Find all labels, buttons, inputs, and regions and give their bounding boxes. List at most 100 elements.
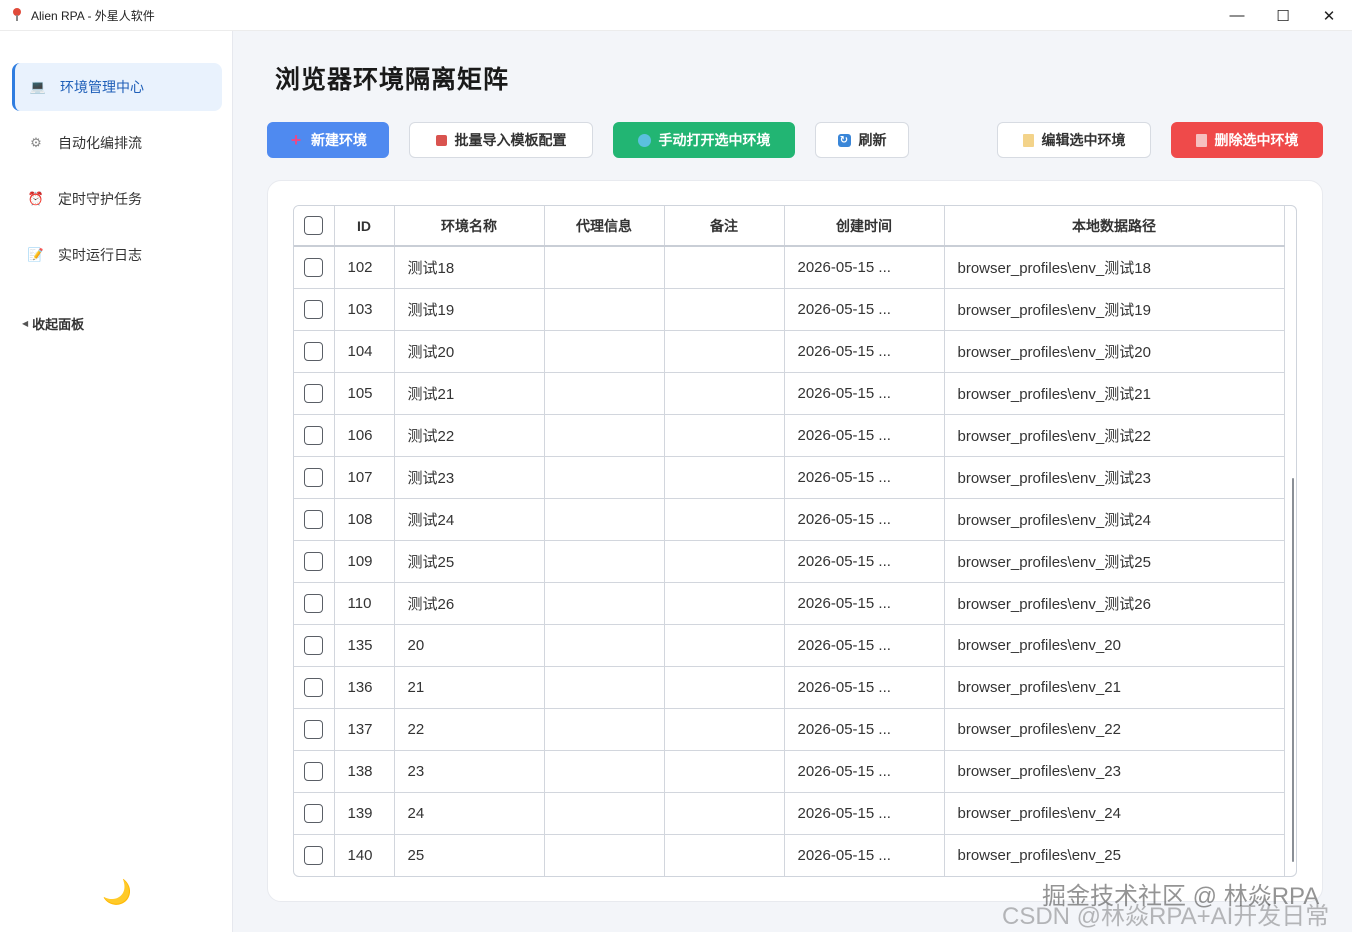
row-checkbox-cell[interactable]: [294, 498, 335, 541]
row-checkbox[interactable]: [304, 845, 324, 865]
close-button[interactable]: ✕: [1306, 0, 1352, 31]
table-row[interactable]: 136 21 2026-05-15 ... browser_profiles\env_…: [294, 666, 1285, 709]
table-row[interactable]: 104 测试20 2026-05-15 ... browser_profiles\en…: [294, 330, 1285, 373]
refresh-button[interactable]: ↻ 刷新: [815, 122, 909, 158]
cell-created: 2026-05-15 ...: [784, 288, 945, 331]
row-checkbox[interactable]: [304, 803, 324, 823]
cell-name: 25: [394, 834, 545, 876]
cell-note: [664, 750, 785, 793]
row-checkbox[interactable]: [304, 509, 324, 529]
row-checkbox-cell[interactable]: [294, 582, 335, 625]
row-checkbox-cell[interactable]: [294, 666, 335, 709]
refresh-icon: ↻: [837, 133, 851, 147]
header-path[interactable]: 本地数据路径: [944, 206, 1285, 247]
globe-icon: [637, 133, 651, 147]
row-checkbox[interactable]: [304, 425, 324, 445]
row-checkbox[interactable]: [304, 257, 324, 277]
row-checkbox-cell[interactable]: [294, 456, 335, 499]
table-row[interactable]: 105 测试21 2026-05-15 ... browser_profiles\en…: [294, 372, 1285, 415]
table-row[interactable]: 102 测试18 2026-05-15 ... browser_profiles\en…: [294, 246, 1285, 289]
minimize-button[interactable]: —: [1214, 0, 1260, 31]
row-checkbox-cell[interactable]: [294, 792, 335, 835]
header-created[interactable]: 创建时间: [784, 206, 945, 247]
cell-id: 137: [334, 708, 395, 751]
edit-environment-label: 编辑选中环境: [1041, 132, 1126, 148]
wastebasket-icon: [1195, 133, 1207, 147]
table-scrollbar-thumb[interactable]: [1292, 478, 1294, 862]
cell-path: browser_profiles\env_测试26: [944, 582, 1285, 625]
cell-id: 140: [334, 834, 395, 876]
cell-created: 2026-05-15 ...: [784, 246, 945, 289]
cell-name: 21: [394, 666, 545, 709]
header-name[interactable]: 环境名称: [394, 206, 545, 247]
cell-id: 110: [334, 582, 395, 625]
table-row[interactable]: 110 测试26 2026-05-15 ... browser_profiles\en…: [294, 582, 1285, 625]
table-row[interactable]: 109 测试25 2026-05-15 ... browser_profiles\en…: [294, 540, 1285, 583]
cell-note: [664, 246, 785, 289]
row-checkbox-cell[interactable]: [294, 288, 335, 331]
cell-created: 2026-05-15 ...: [784, 498, 945, 541]
delete-environment-button[interactable]: 删除选中环境: [1171, 122, 1323, 158]
sidebar-item-environment-center[interactable]: 💻 环境管理中心: [12, 63, 222, 111]
cell-note: [664, 666, 785, 709]
cell-path: browser_profiles\env_24: [944, 792, 1285, 835]
sidebar-item-scheduled-tasks[interactable]: ⏰ 定时守护任务: [12, 175, 222, 223]
sidebar-item-runtime-logs[interactable]: 📝 实时运行日志: [12, 231, 222, 279]
row-checkbox[interactable]: [304, 299, 324, 319]
row-checkbox-cell[interactable]: [294, 414, 335, 457]
table-row[interactable]: 103 测试19 2026-05-15 ... browser_profiles\en…: [294, 288, 1285, 331]
row-checkbox-cell[interactable]: [294, 540, 335, 583]
cell-proxy: [544, 498, 665, 541]
row-checkbox[interactable]: [304, 383, 324, 403]
row-checkbox[interactable]: [304, 635, 324, 655]
maximize-button[interactable]: ☐: [1260, 0, 1306, 31]
row-checkbox[interactable]: [304, 761, 324, 781]
row-checkbox-cell[interactable]: [294, 246, 335, 289]
row-checkbox-cell[interactable]: [294, 372, 335, 415]
cell-created: 2026-05-15 ...: [784, 624, 945, 667]
row-checkbox-cell[interactable]: [294, 330, 335, 373]
cell-path: browser_profiles\env_测试21: [944, 372, 1285, 415]
cell-path: browser_profiles\env_测试20: [944, 330, 1285, 373]
table-row[interactable]: 135 20 2026-05-15 ... browser_profiles\env_…: [294, 624, 1285, 667]
row-checkbox[interactable]: [304, 551, 324, 571]
select-all-checkbox[interactable]: [304, 216, 324, 235]
open-environment-button[interactable]: 手动打开选中环境: [613, 122, 795, 158]
cell-note: [664, 708, 785, 751]
table-row[interactable]: 138 23 2026-05-15 ... browser_profiles\env_…: [294, 750, 1285, 793]
table-header-row: ID 环境名称 代理信息 备注 创建时间 本地数据路径: [294, 206, 1285, 247]
row-checkbox[interactable]: [304, 719, 324, 739]
app-pin-icon: [11, 8, 23, 22]
batch-import-button[interactable]: 批量导入模板配置: [409, 122, 593, 158]
sidebar-item-automation-flow[interactable]: ⚙ 自动化编排流: [12, 119, 222, 167]
header-proxy[interactable]: 代理信息: [544, 206, 665, 247]
table-row[interactable]: 108 测试24 2026-05-15 ... browser_profiles\en…: [294, 498, 1285, 541]
row-checkbox[interactable]: [304, 593, 324, 613]
header-note[interactable]: 备注: [664, 206, 785, 247]
window-controls: — ☐ ✕: [1214, 0, 1352, 31]
header-id[interactable]: ID: [334, 206, 395, 247]
row-checkbox-cell[interactable]: [294, 750, 335, 793]
cell-note: [664, 372, 785, 415]
cell-note: [664, 414, 785, 457]
row-checkbox[interactable]: [304, 467, 324, 487]
table-row[interactable]: 106 测试22 2026-05-15 ... browser_profiles\en…: [294, 414, 1285, 457]
table-row[interactable]: 137 22 2026-05-15 ... browser_profiles\env_…: [294, 708, 1285, 751]
row-checkbox[interactable]: [304, 677, 324, 697]
table-row[interactable]: 107 测试23 2026-05-15 ... browser_profiles\en…: [294, 456, 1285, 499]
edit-environment-button[interactable]: 编辑选中环境: [997, 122, 1151, 158]
row-checkbox-cell[interactable]: [294, 834, 335, 876]
cell-name: 测试19: [394, 288, 545, 331]
cell-proxy: [544, 246, 665, 289]
row-checkbox[interactable]: [304, 341, 324, 361]
moon-theme-icon[interactable]: 🌙: [102, 878, 132, 907]
cell-id: 108: [334, 498, 395, 541]
table-row[interactable]: 140 25 2026-05-15 ... browser_profiles\env_…: [294, 834, 1285, 876]
table-row[interactable]: 139 24 2026-05-15 ... browser_profiles\env_…: [294, 792, 1285, 835]
collapse-panel-button[interactable]: ◀ 收起面板: [22, 314, 84, 333]
environment-table: ID 环境名称 代理信息 备注 创建时间 本地数据路径 102 测试18 2026-…: [293, 205, 1297, 877]
new-environment-button[interactable]: + 新建环境: [267, 122, 389, 158]
row-checkbox-cell[interactable]: [294, 708, 335, 751]
row-checkbox-cell[interactable]: [294, 624, 335, 667]
select-all-checkbox-cell[interactable]: [294, 206, 335, 247]
